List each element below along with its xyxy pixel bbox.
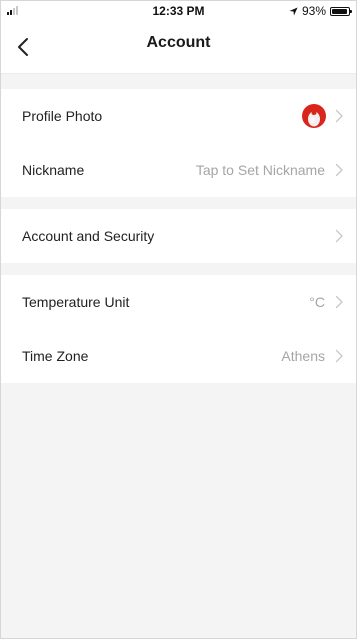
temperature-unit-label: Temperature Unit	[22, 294, 130, 310]
nickname-value: Tap to Set Nickname	[195, 162, 325, 178]
time-zone-row[interactable]: Time Zone Athens	[1, 329, 356, 383]
chevron-right-icon	[335, 349, 343, 363]
preferences-section: Temperature Unit °C Time Zone Athens	[1, 275, 356, 383]
time-zone-label: Time Zone	[22, 348, 89, 364]
time-zone-value: Athens	[281, 348, 325, 364]
avatar-icon	[302, 104, 326, 128]
profile-section: Profile Photo Nickname Tap to Set Nickna…	[1, 89, 356, 197]
battery-percent: 93%	[301, 4, 326, 18]
chevron-right-icon	[335, 295, 343, 309]
nav-bar: Account	[1, 21, 356, 74]
chevron-right-icon	[335, 229, 343, 243]
profile-photo-row[interactable]: Profile Photo	[1, 89, 356, 143]
section-gap	[1, 74, 356, 89]
nickname-label: Nickname	[22, 162, 85, 178]
chevron-right-icon	[335, 109, 343, 123]
status-right: 93%	[289, 4, 352, 18]
location-arrow-icon	[289, 6, 298, 16]
security-section: Account and Security	[1, 209, 356, 263]
section-gap	[1, 263, 356, 275]
section-gap	[1, 197, 356, 209]
status-bar: 12:33 PM 93%	[1, 1, 356, 21]
account-screen: 12:33 PM 93% Account Profile Photo Nickn…	[0, 0, 357, 639]
battery-fill	[332, 8, 347, 14]
account-security-row[interactable]: Account and Security	[1, 209, 356, 263]
temperature-unit-row[interactable]: Temperature Unit °C	[1, 275, 356, 329]
battery-icon	[330, 6, 352, 16]
temperature-unit-value: °C	[309, 294, 325, 310]
page-title: Account	[146, 34, 211, 51]
account-security-label: Account and Security	[22, 228, 155, 244]
chevron-right-icon	[335, 163, 343, 177]
nickname-row[interactable]: Nickname Tap to Set Nickname	[1, 143, 356, 197]
profile-photo-label: Profile Photo	[22, 108, 103, 124]
